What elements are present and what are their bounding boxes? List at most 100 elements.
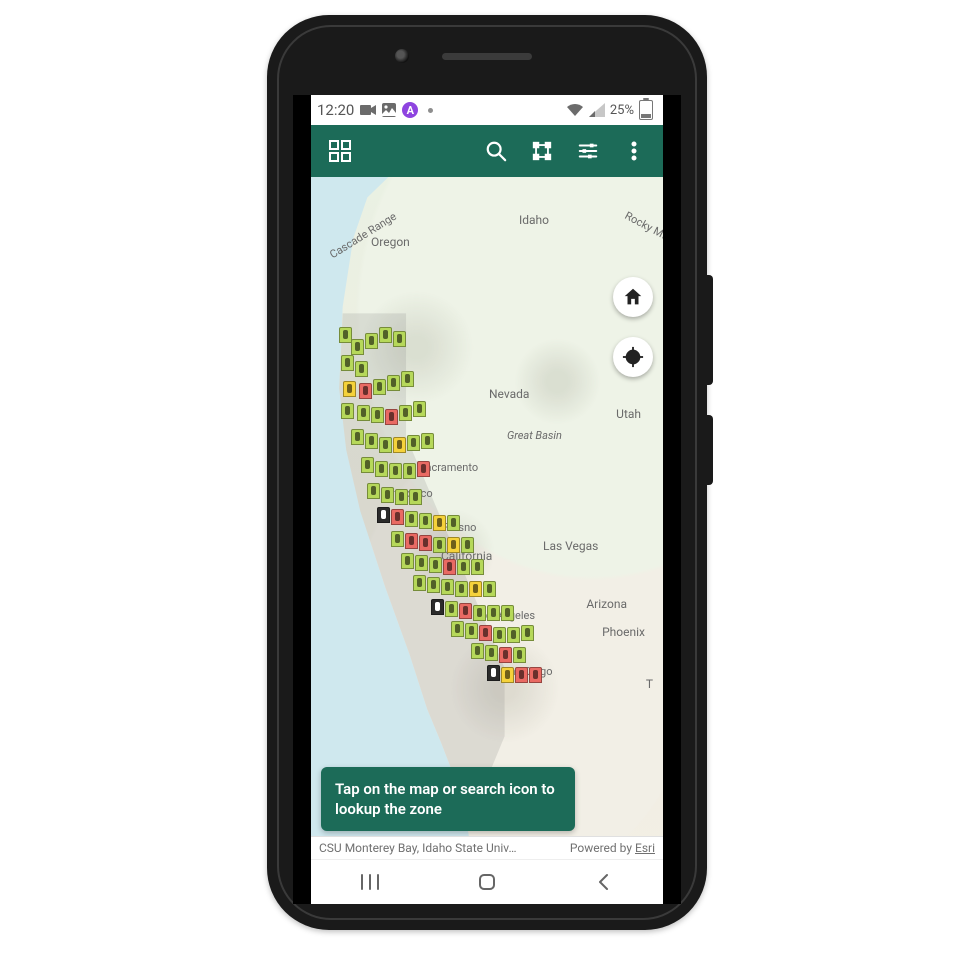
map-pin[interactable] [341,355,354,371]
map-pin[interactable] [401,371,414,387]
map-home-button[interactable] [613,277,653,317]
search-button[interactable] [475,130,517,172]
map-pin[interactable] [457,559,470,575]
overflow-icon [624,141,644,161]
attribution-brand[interactable]: Powered by Esri [570,841,655,855]
map-pin[interactable] [483,581,496,597]
map-pin[interactable] [487,605,500,621]
sysnav-home-button[interactable] [462,867,512,897]
map-pin[interactable] [361,457,374,473]
map-pin[interactable] [409,489,422,505]
map-pin[interactable] [367,483,380,499]
map-pin[interactable] [395,489,408,505]
map-pin[interactable] [351,339,364,355]
map-locate-button[interactable] [613,337,653,377]
sysnav-back-button[interactable] [579,867,629,897]
battery-percent: 25% [610,103,634,118]
map-pin[interactable] [501,605,514,621]
map-pin[interactable] [379,437,392,453]
map-pin[interactable] [365,433,378,449]
map-pin[interactable] [459,603,472,619]
map-pin[interactable] [413,401,426,417]
status-time: 12:20 [317,101,354,119]
map-pin[interactable] [499,647,512,663]
map-pin[interactable] [393,331,406,347]
map-pin[interactable] [341,403,354,419]
overflow-button[interactable] [613,130,655,172]
map-pin[interactable] [487,665,500,681]
map-pin[interactable] [405,511,418,527]
map-pin[interactable] [501,667,514,683]
map-pin[interactable] [447,537,460,553]
map-pin[interactable] [391,531,404,547]
map-pin[interactable] [389,463,402,479]
map-pin[interactable] [451,621,464,637]
app-badge-icon: A [402,102,418,118]
map-attribution-bar: CSU Monterey Bay, Idaho State Univ… Powe… [311,836,663,859]
map-pin[interactable] [377,507,390,523]
search-icon [485,140,507,162]
map-pin[interactable] [351,429,364,445]
map-pin[interactable] [407,435,420,451]
phone-frame: 12:20 A 25% [267,15,707,930]
map-pin[interactable] [431,599,444,615]
map-pin[interactable] [441,579,454,595]
status-dot-icon [428,108,433,113]
map-pin[interactable] [513,647,526,663]
map-pin[interactable] [447,515,460,531]
map-pin[interactable] [485,645,498,661]
map-pin[interactable] [473,605,486,621]
map-pin[interactable] [529,667,542,683]
map-pin[interactable] [405,533,418,549]
map-pin[interactable] [387,375,400,391]
map-pin[interactable] [493,627,506,643]
map-pin[interactable] [399,405,412,421]
map-pin[interactable] [445,601,458,617]
map-pin[interactable] [343,381,356,397]
attribution-sources: CSU Monterey Bay, Idaho State Univ… [319,841,517,855]
map-pin[interactable] [365,333,378,349]
map-pin[interactable] [433,515,446,531]
home-icon [622,286,644,308]
map-pin[interactable] [429,557,442,573]
map-pin[interactable] [443,559,456,575]
map-pin[interactable] [415,555,428,571]
map-pin[interactable] [385,409,398,425]
map-pin[interactable] [455,581,468,597]
map-pin[interactable] [417,461,430,477]
map-pin[interactable] [393,437,406,453]
map-pin[interactable] [381,487,394,503]
map-pin[interactable] [419,535,432,551]
map-pin[interactable] [421,433,434,449]
map-pin[interactable] [401,553,414,569]
apps-icon [329,140,351,162]
map-pin[interactable] [419,513,432,529]
map-pin[interactable] [521,625,534,641]
map-pin[interactable] [507,627,520,643]
map-pin[interactable] [427,577,440,593]
map-pin[interactable] [471,559,484,575]
map-pin[interactable] [413,575,426,591]
map-pin[interactable] [465,623,478,639]
map-pin[interactable] [469,581,482,597]
map-pin[interactable] [515,667,528,683]
map-pin[interactable] [471,643,484,659]
tune-button[interactable] [567,130,609,172]
map-pin[interactable] [461,537,474,553]
map-pin[interactable] [357,405,370,421]
map-pin[interactable] [371,407,384,423]
map-pin[interactable] [375,461,388,477]
map-pin[interactable] [391,509,404,525]
map-pin[interactable] [433,537,446,553]
signal-icon [589,103,605,117]
map-pin[interactable] [373,379,386,395]
apps-button[interactable] [319,130,361,172]
map-pin[interactable] [479,625,492,641]
map-pin[interactable] [359,383,372,399]
map-pin[interactable] [379,327,392,343]
map-pin[interactable] [355,361,368,377]
select-area-button[interactable] [521,130,563,172]
map-canvas[interactable]: Oregon Idaho Cascade Range Rocky Mt Neva… [311,177,663,859]
sysnav-recents-button[interactable] [345,867,395,897]
map-pin[interactable] [403,463,416,479]
